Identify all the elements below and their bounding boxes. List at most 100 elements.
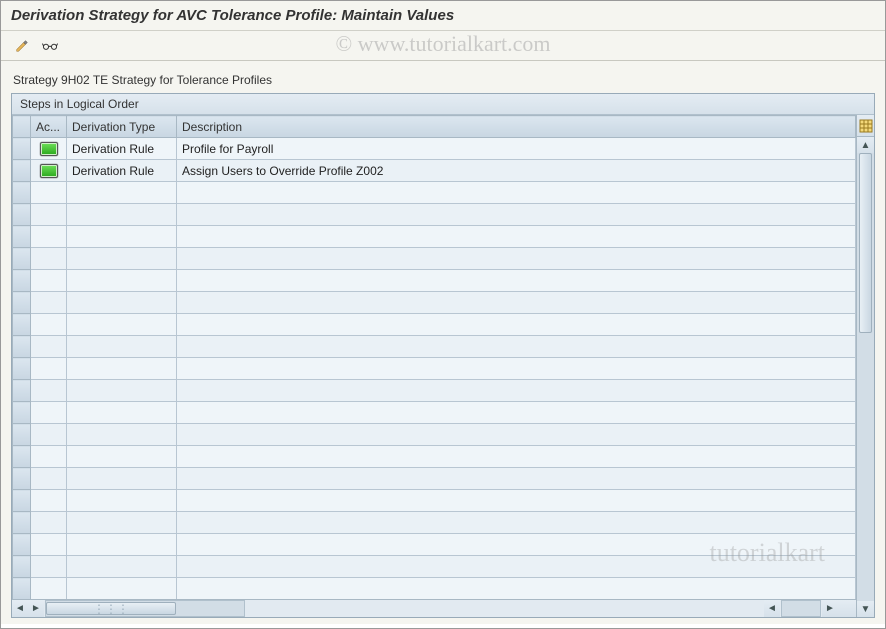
cell-type[interactable]: Derivation Rule [67,138,177,160]
cell-active[interactable] [31,402,67,424]
row-selector[interactable] [13,138,31,160]
cell-description[interactable]: Profile for Payroll [177,138,856,160]
row-selector[interactable] [13,556,31,578]
table-row-empty[interactable] [13,512,856,534]
cell-type[interactable] [67,446,177,468]
table-row-empty[interactable] [13,468,856,490]
cell-type[interactable] [67,534,177,556]
table-row-empty[interactable] [13,314,856,336]
table-row-empty[interactable] [13,490,856,512]
table-row-empty[interactable] [13,402,856,424]
cell-type[interactable] [67,578,177,600]
table-row-empty[interactable] [13,226,856,248]
col-header-active[interactable]: Ac... [31,116,67,138]
row-selector[interactable] [13,248,31,270]
row-selector[interactable] [13,160,31,182]
scroll-left2-icon[interactable]: ◄ [764,600,780,617]
row-selector[interactable] [13,336,31,358]
cell-active[interactable] [31,380,67,402]
scroll-left-icon[interactable]: ◄ [12,600,28,617]
table-row-empty[interactable] [13,358,856,380]
row-selector[interactable] [13,292,31,314]
cell-description[interactable] [177,534,856,556]
table-row-empty[interactable] [13,380,856,402]
cell-type[interactable] [67,556,177,578]
cell-type[interactable] [67,512,177,534]
row-selector[interactable] [13,424,31,446]
row-selector[interactable] [13,402,31,424]
v-scroll-thumb[interactable] [859,153,872,333]
cell-description[interactable] [177,468,856,490]
cell-type[interactable] [67,292,177,314]
cell-type[interactable] [67,226,177,248]
cell-description[interactable] [177,380,856,402]
cell-description[interactable] [177,402,856,424]
row-selector[interactable] [13,490,31,512]
cell-type[interactable] [67,248,177,270]
display-button[interactable] [39,36,61,56]
table-row-empty[interactable] [13,556,856,578]
cell-description[interactable] [177,314,856,336]
cell-description[interactable] [177,490,856,512]
h-scroll-thumb[interactable]: ⋮⋮⋮ [46,602,176,615]
cell-active[interactable] [31,182,67,204]
edit-button[interactable] [11,36,33,56]
table-row-empty[interactable] [13,578,856,600]
horizontal-scrollbar[interactable]: ◄ ► ⋮⋮⋮ ◄ ► [12,599,856,617]
scroll-down-icon[interactable]: ▼ [857,601,874,617]
cell-description[interactable] [177,336,856,358]
cell-active[interactable] [31,314,67,336]
cell-description[interactable] [177,578,856,600]
cell-description[interactable] [177,556,856,578]
cell-description[interactable] [177,182,856,204]
cell-type[interactable] [67,490,177,512]
cell-active[interactable] [31,424,67,446]
cell-active[interactable] [31,336,67,358]
table-row-empty[interactable] [13,336,856,358]
h-scroll-track[interactable]: ⋮⋮⋮ [45,600,245,617]
cell-active[interactable] [31,248,67,270]
cell-active[interactable] [31,292,67,314]
cell-active[interactable] [31,512,67,534]
cell-active[interactable] [31,534,67,556]
row-selector[interactable] [13,204,31,226]
table-settings-button[interactable] [857,115,874,137]
cell-active[interactable] [31,468,67,490]
cell-active[interactable] [31,556,67,578]
cell-active[interactable] [31,490,67,512]
scroll-up-icon[interactable]: ▲ [857,137,874,153]
table-row-empty[interactable] [13,424,856,446]
cell-description[interactable] [177,204,856,226]
cell-type[interactable] [67,380,177,402]
cell-type[interactable] [67,204,177,226]
vertical-scrollbar[interactable]: ▲ ▼ [856,115,874,617]
cell-active[interactable] [31,446,67,468]
row-selector[interactable] [13,314,31,336]
scroll-right2-icon[interactable]: ► [822,600,838,617]
table-row-empty[interactable] [13,534,856,556]
cell-active[interactable] [31,358,67,380]
table-row-empty[interactable] [13,248,856,270]
cell-active[interactable] [31,160,67,182]
table-row-empty[interactable] [13,182,856,204]
row-selector[interactable] [13,534,31,556]
cell-description[interactable] [177,226,856,248]
cell-type[interactable] [67,402,177,424]
cell-description[interactable] [177,292,856,314]
table-row-empty[interactable] [13,446,856,468]
table-row-empty[interactable] [13,292,856,314]
scroll-right-icon[interactable]: ► [28,600,44,617]
cell-description[interactable] [177,512,856,534]
row-selector[interactable] [13,226,31,248]
cell-type[interactable] [67,358,177,380]
cell-active[interactable] [31,204,67,226]
cell-active[interactable] [31,138,67,160]
row-selector[interactable] [13,270,31,292]
cell-type[interactable] [67,270,177,292]
cell-description[interactable]: Assign Users to Override Profile Z002 [177,160,856,182]
table-row-empty[interactable] [13,204,856,226]
cell-description[interactable] [177,358,856,380]
cell-description[interactable] [177,424,856,446]
row-selector[interactable] [13,512,31,534]
cell-type[interactable] [67,468,177,490]
